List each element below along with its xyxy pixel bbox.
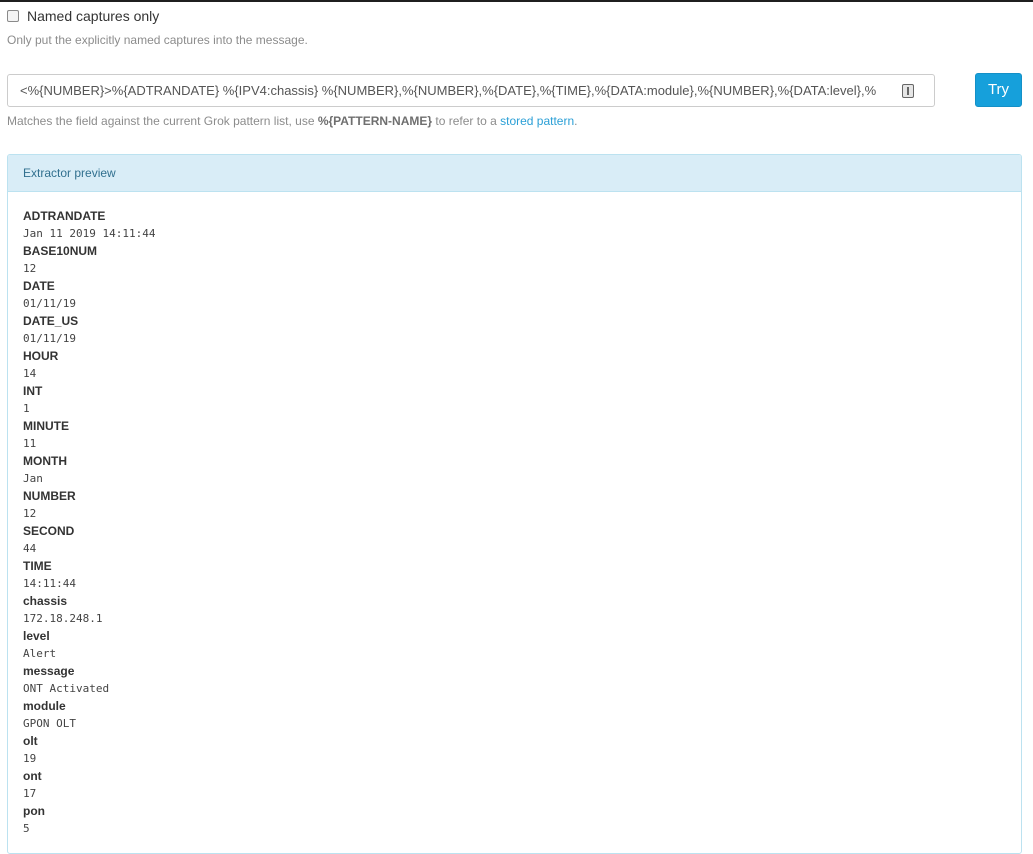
preview-field-value: GPON OLT [23, 717, 76, 730]
preview-field-value: Jan 11 2019 14:11:44 [23, 227, 156, 240]
preview-field-value: 11 [23, 437, 37, 450]
preview-field-value: 1 [23, 402, 30, 415]
preview-field-name: module [23, 699, 66, 713]
named-captures-checkbox[interactable] [7, 10, 19, 22]
named-captures-help: Only put the explicitly named captures i… [7, 33, 308, 47]
preview-field: NUMBER 12 [23, 488, 1006, 523]
extractor-preview-panel: Extractor preview ADTRANDATE Jan 11 2019 … [7, 154, 1022, 854]
try-button[interactable]: Try [975, 73, 1022, 107]
preview-field-value: 12 [23, 507, 37, 520]
stored-pattern-link[interactable]: stored pattern [500, 114, 574, 128]
preview-field-name: SECOND [23, 524, 75, 538]
preview-field: TIME 14:11:44 [23, 558, 1006, 593]
pattern-help-middle: to refer to a [432, 114, 501, 128]
preview-field: pon 5 [23, 803, 1006, 838]
preview-field-name: MINUTE [23, 419, 69, 433]
preview-field-value: ONT Activated [23, 682, 110, 695]
preview-field-name: NUMBER [23, 489, 76, 503]
preview-field-name: pon [23, 804, 45, 818]
preview-field-value: Alert [23, 647, 57, 660]
pattern-help-suffix: . [574, 114, 578, 128]
text-cursor-icon [902, 84, 914, 98]
preview-field: chassis 172.18.248.1 [23, 593, 1006, 628]
preview-field-name: DATE_US [23, 314, 79, 328]
preview-field: MONTH Jan [23, 453, 1006, 488]
preview-field: BASE10NUM 12 [23, 243, 1006, 278]
preview-field-value: 5 [23, 822, 30, 835]
preview-field: DATE 01/11/19 [23, 278, 1006, 313]
pattern-help-prefix: Matches the field against the current Gr… [7, 114, 318, 128]
top-border [0, 0, 1033, 2]
preview-field: ADTRANDATE Jan 11 2019 14:11:44 [23, 208, 1006, 243]
preview-field-value: 01/11/19 [23, 297, 76, 310]
preview-field-value: 172.18.248.1 [23, 612, 103, 625]
preview-field-value: Jan [23, 472, 43, 485]
extractor-preview-title: Extractor preview [8, 155, 1021, 192]
preview-field-value: 17 [23, 787, 37, 800]
preview-field-name: level [23, 629, 50, 643]
extractor-preview-fields: ADTRANDATE Jan 11 2019 14:11:44 BASE10NUM 1… [8, 192, 1021, 838]
preview-field-value: 01/11/19 [23, 332, 76, 345]
preview-field-name: message [23, 664, 75, 678]
named-captures-row[interactable]: Named captures only [7, 8, 159, 24]
preview-field-name: chassis [23, 594, 68, 608]
pattern-help-token: %{PATTERN-NAME} [317, 114, 433, 128]
pattern-help: Matches the field against the current Gr… [7, 114, 578, 128]
preview-field-name: DATE [23, 279, 55, 293]
preview-field: ont 17 [23, 768, 1006, 803]
preview-field-value: 19 [23, 752, 37, 765]
grok-pattern-input[interactable]: <%{NUMBER}>%{ADTRANDATE} %{IPV4:chassis}… [7, 74, 935, 107]
preview-field: SECOND 44 [23, 523, 1006, 558]
preview-field-value: 14:11:44 [23, 577, 76, 590]
preview-field: level Alert [23, 628, 1006, 663]
preview-field: DATE_US 01/11/19 [23, 313, 1006, 348]
preview-field-name: MONTH [23, 454, 67, 468]
preview-field-name: olt [23, 734, 38, 748]
preview-field: MINUTE 11 [23, 418, 1006, 453]
preview-field-value: 14 [23, 367, 37, 380]
preview-field: olt 19 [23, 733, 1006, 768]
preview-field-name: TIME [23, 559, 52, 573]
named-captures-label[interactable]: Named captures only [27, 8, 159, 24]
preview-field-value: 44 [23, 542, 37, 555]
preview-field-name: BASE10NUM [23, 244, 98, 258]
preview-field: INT 1 [23, 383, 1006, 418]
grok-pattern-value[interactable]: <%{NUMBER}>%{ADTRANDATE} %{IPV4:chassis}… [20, 83, 903, 98]
preview-field-name: HOUR [23, 349, 59, 363]
preview-field: message ONT Activated [23, 663, 1006, 698]
preview-field-name: ont [23, 769, 42, 783]
preview-field-value: 12 [23, 262, 37, 275]
preview-field: module GPON OLT [23, 698, 1006, 733]
preview-field-name: ADTRANDATE [23, 209, 106, 223]
preview-field-name: INT [23, 384, 43, 398]
preview-field: HOUR 14 [23, 348, 1006, 383]
